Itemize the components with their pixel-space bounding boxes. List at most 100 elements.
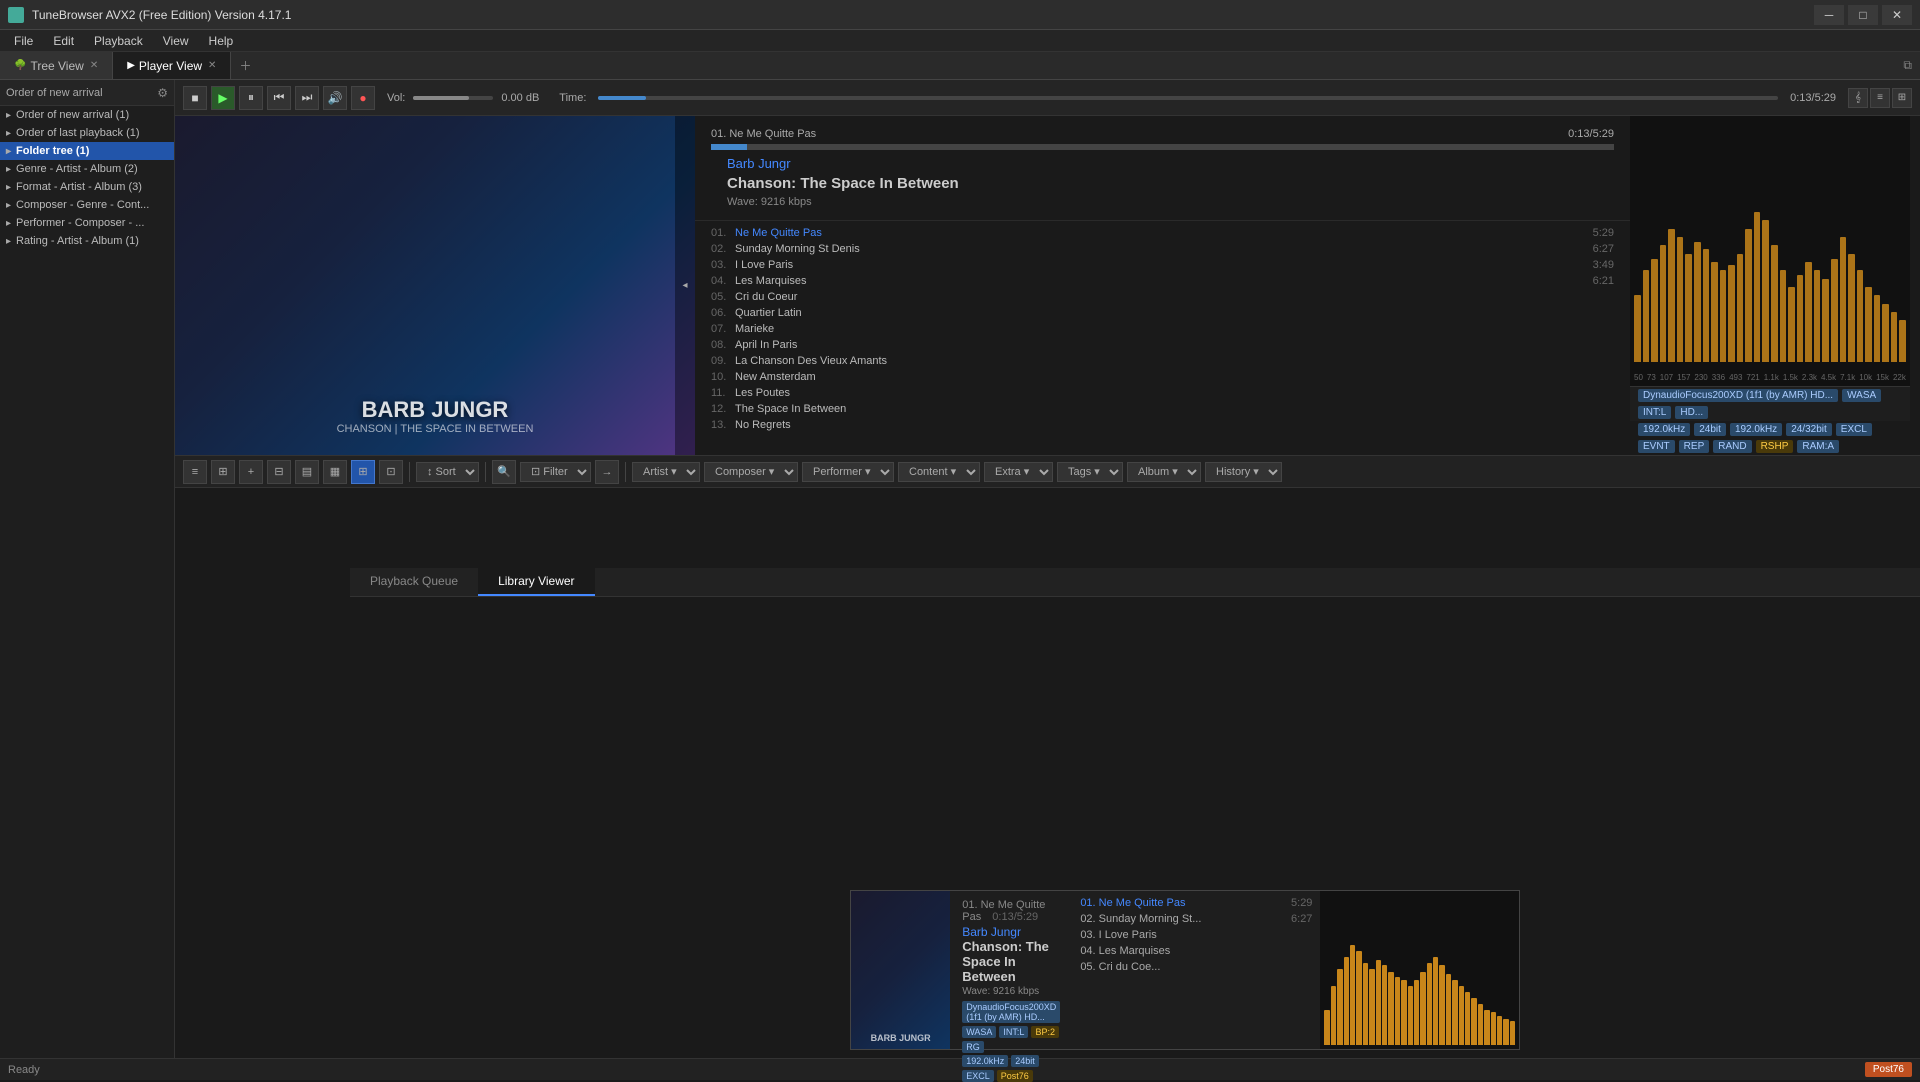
track-row-9[interactable]: 10. New Amsterdam [695, 369, 1630, 385]
list-button[interactable]: ≡ [1870, 88, 1890, 108]
tree-item-7[interactable]: ▸Rating - Artist - Album (1) [0, 232, 174, 250]
record-button[interactable]: ● [351, 86, 375, 110]
tab-tree-view-close[interactable]: ✕ [90, 60, 98, 71]
extra-dropdown[interactable]: Extra ▾ [984, 462, 1053, 482]
track-artist-link[interactable]: Barb Jungr [727, 156, 791, 171]
tree-item-3[interactable]: ▸Genre - Artist - Album (2) [0, 160, 174, 178]
prev-button[interactable]: ⏮ [267, 86, 291, 110]
history-dropdown[interactable]: History ▾ [1205, 462, 1282, 482]
close-button[interactable]: ✕ [1882, 5, 1912, 25]
track-progress-bar[interactable] [711, 144, 1614, 150]
sort-dropdown[interactable]: ↕ Sort [416, 462, 479, 482]
mini-track-0[interactable]: 01. Ne Me Quitte Pas5:29 [1072, 895, 1320, 911]
tree-item-label-0: Order of new arrival (1) [16, 109, 129, 121]
time-slider[interactable] [598, 96, 1778, 100]
maximize-button[interactable]: □ [1848, 5, 1878, 25]
pause-button[interactable]: ⏸ [239, 86, 263, 110]
track-row-5[interactable]: 06. Quartier Latin [695, 305, 1630, 321]
grid-button[interactable]: ⊞ [1892, 88, 1912, 108]
track-row-4[interactable]: 05. Cri du Coeur [695, 289, 1630, 305]
track-row-8[interactable]: 09. La Chanson Des Vieux Amants [695, 353, 1630, 369]
spec-label-30: 22k [1893, 373, 1906, 382]
composer-dropdown[interactable]: Composer ▾ [704, 462, 798, 482]
tab-library-viewer[interactable]: Library Viewer [478, 568, 594, 596]
track-row-0[interactable]: 01. Ne Me Quitte Pas 5:29 [695, 225, 1630, 241]
album-dropdown[interactable]: Album ▾ [1127, 462, 1201, 482]
menu-edit[interactable]: Edit [43, 32, 84, 50]
play-button[interactable]: ▶ [211, 86, 235, 110]
mini-spec-bar-14 [1414, 980, 1419, 1045]
tool-list-button[interactable]: ▤ [295, 460, 319, 484]
tool-tiles-button[interactable]: ⊞ [351, 460, 375, 484]
mini-track-time: 0:13/5:29 [992, 911, 1038, 923]
vol-slider[interactable] [413, 96, 493, 100]
tool-grid-button[interactable]: ⊟ [267, 460, 291, 484]
tool-add-button[interactable]: + [239, 460, 263, 484]
next-button[interactable]: ⏭ [295, 86, 319, 110]
performer-dropdown[interactable]: Performer ▾ [802, 462, 894, 482]
volume-mute-button[interactable]: 🔊 [323, 86, 347, 110]
track-row-2[interactable]: 03. I Love Paris 3:49 [695, 257, 1630, 273]
tree-item-0[interactable]: ▸Order of new arrival (1) [0, 106, 174, 124]
track-row-12[interactable]: 13. No Regrets [695, 417, 1630, 433]
tree-item-5[interactable]: ▸Composer - Genre - Cont... [0, 196, 174, 214]
mini-track-1[interactable]: 02. Sunday Morning St...6:27 [1072, 911, 1320, 927]
mini-spec-bar-19 [1446, 974, 1451, 1045]
float-button[interactable]: ⧉ [1895, 54, 1920, 77]
spectrum-bar-15 [1762, 220, 1769, 362]
mini-spec-bar-2 [1337, 969, 1342, 1045]
player-area: ■ ▶ ⏸ ⏮ ⏭ 🔊 ● Vol: 0.00 dB Time: 0:13/5:… [175, 80, 1920, 488]
spectrum-bar-18 [1788, 287, 1795, 362]
tree-item-2[interactable]: ▸Folder tree (1) [0, 142, 174, 160]
mini-spec-bar-7 [1369, 969, 1374, 1045]
artist-dropdown[interactable]: Artist ▾ [632, 462, 700, 482]
menu-file[interactable]: File [4, 32, 43, 50]
track-row-10[interactable]: 11. Les Poutes [695, 385, 1630, 401]
tab-player-view[interactable]: ▶ Player View ✕ [113, 52, 231, 79]
search-button[interactable]: 🔍 [492, 460, 516, 484]
mini-popup-artist[interactable]: Barb Jungr [962, 925, 1060, 939]
track-num-1: 02. [711, 243, 735, 255]
track-row-11[interactable]: 12. The Space In Between [695, 401, 1630, 417]
wasa-badge: WASA [1842, 389, 1881, 402]
tree-item-6[interactable]: ▸Performer - Composer - ... [0, 214, 174, 232]
tab-player-view-close[interactable]: ✕ [208, 60, 216, 71]
menu-view[interactable]: View [153, 32, 199, 50]
now-playing-info: 01. Ne Me Quitte Pas 0:13/5:29 Barb Jung… [695, 116, 1630, 455]
stop-button[interactable]: ■ [183, 86, 207, 110]
tree-item-1[interactable]: ▸Order of last playback (1) [0, 124, 174, 142]
tab-player-view-label: Player View [139, 59, 202, 73]
tab-tree-view[interactable]: 🌳 Tree View ✕ [0, 52, 113, 79]
mini-track-3[interactable]: 04. Les Marquises [1072, 943, 1320, 959]
minimize-button[interactable]: ─ [1814, 5, 1844, 25]
art-expand-icon[interactable]: ◂ [682, 280, 687, 291]
tool-back-button[interactable]: ≡ [183, 460, 207, 484]
mini-popup-info: 01. Ne Me Quitte Pas 0:13/5:29 Barb Jung… [950, 891, 1072, 1049]
content-dropdown[interactable]: Content ▾ [898, 462, 980, 482]
tab-playback-queue[interactable]: Playback Queue [350, 568, 478, 596]
track-row-6[interactable]: 07. Marieke [695, 321, 1630, 337]
arrow-button[interactable]: → [595, 460, 619, 484]
tree-item-4[interactable]: ▸Format - Artist - Album (3) [0, 178, 174, 196]
spectrum-bar-22 [1822, 279, 1829, 362]
new-tab-button[interactable]: ＋ [231, 53, 259, 78]
spectrum-bar-23 [1831, 259, 1838, 362]
tool-detail-button[interactable]: ▦ [323, 460, 347, 484]
track-row-3[interactable]: 04. Les Marquises 6:21 [695, 273, 1630, 289]
track-scrollbar[interactable] [1910, 116, 1920, 455]
tool-expand-button[interactable]: ⊞ [211, 460, 235, 484]
track-row-1[interactable]: 02. Sunday Morning St Denis 6:27 [695, 241, 1630, 257]
title-bar: TuneBrowser AVX2 (Free Edition) Version … [0, 0, 1920, 30]
filter-dropdown[interactable]: ⊡ Filter [520, 462, 591, 482]
now-playing-area: BARB JUNGR CHANSON | THE SPACE IN BETWEE… [175, 116, 1920, 456]
menu-playback[interactable]: Playback [84, 32, 153, 50]
tree-gear-button[interactable]: ⚙ [157, 86, 168, 100]
tags-dropdown[interactable]: Tags ▾ [1057, 462, 1123, 482]
mini-track-4[interactable]: 05. Cri du Coe... [1072, 959, 1320, 975]
tool-more-button[interactable]: ⊡ [379, 460, 403, 484]
track-row-7[interactable]: 08. April In Paris [695, 337, 1630, 353]
eq-button[interactable]: 𝄞 [1848, 88, 1868, 108]
mini-track-2[interactable]: 03. I Love Paris [1072, 927, 1320, 943]
menu-help[interactable]: Help [199, 32, 244, 50]
spectrum-bar-13 [1745, 229, 1752, 362]
